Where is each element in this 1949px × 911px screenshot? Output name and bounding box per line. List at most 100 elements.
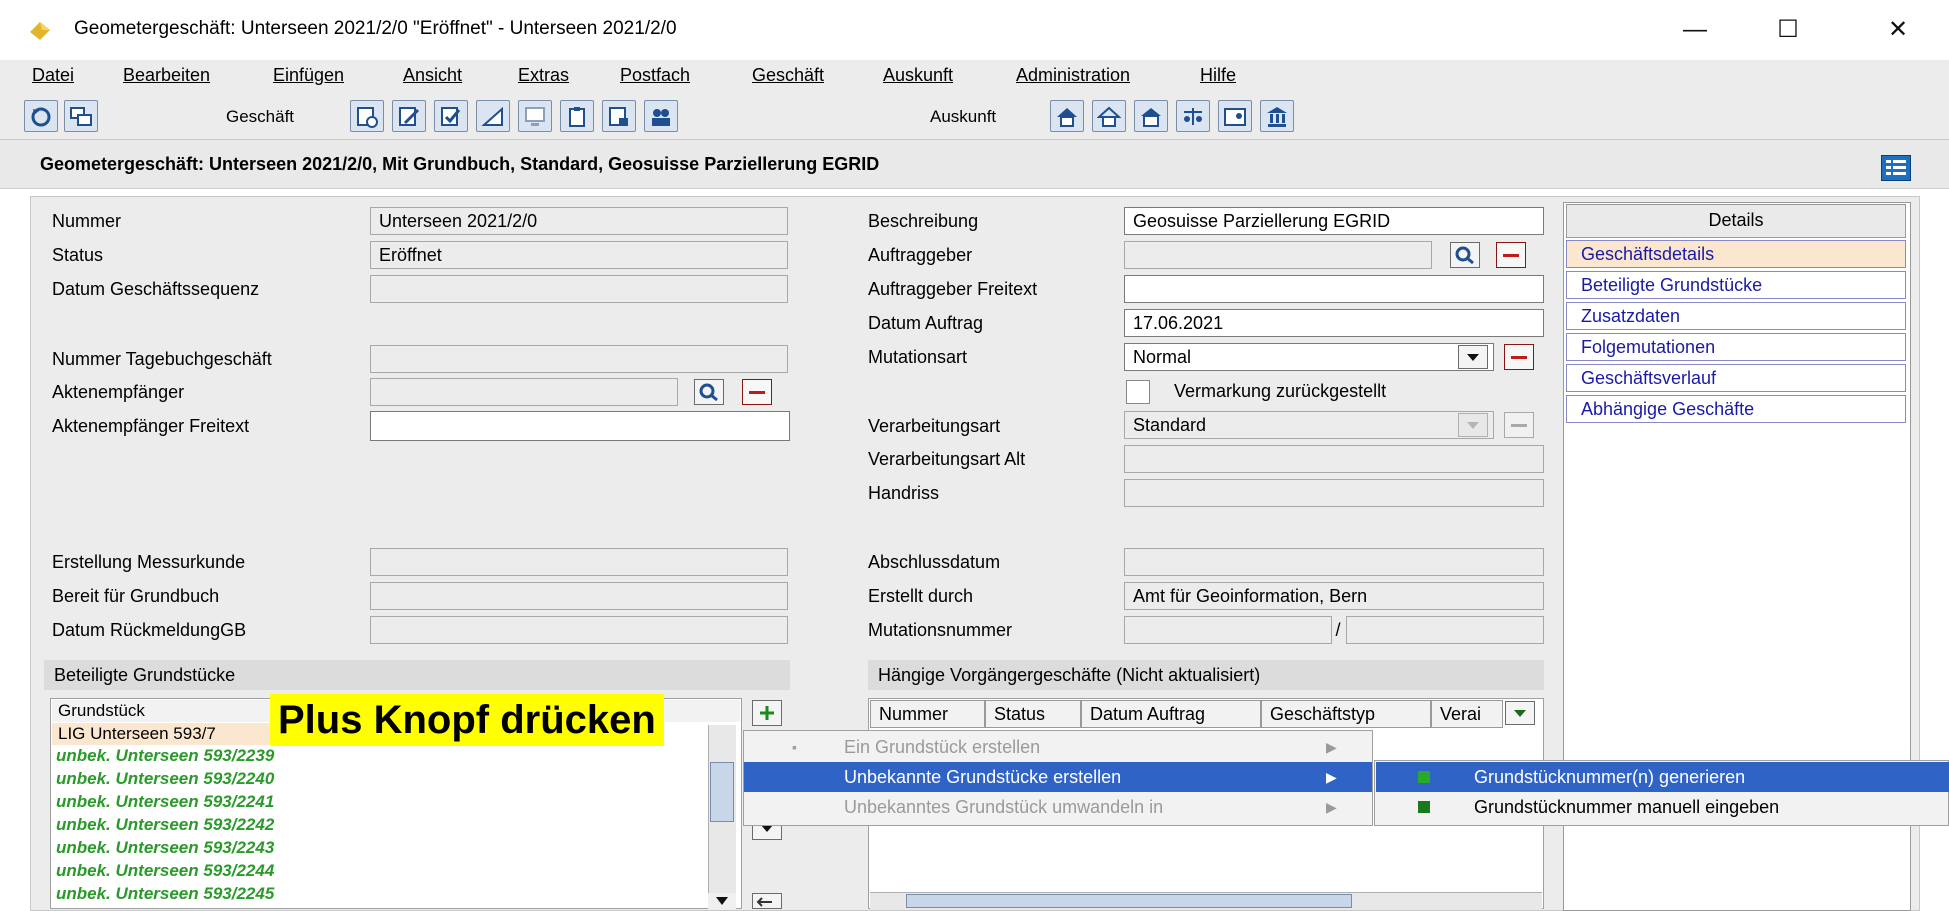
auskunft-tool-house-info[interactable]	[1050, 100, 1084, 132]
auftraggeber-search-button[interactable]	[1450, 242, 1480, 268]
status-field[interactable]: Eröffnet	[370, 241, 788, 269]
verarbeitungsart-dropdown-button[interactable]	[1458, 413, 1488, 437]
verarbeitungsart-alt-field[interactable]	[1124, 445, 1544, 473]
col-geschaeftstyp[interactable]: Geschäftstyp	[1261, 700, 1431, 728]
grundstueck-row[interactable]: unbek. Unterseen 593/2241	[56, 792, 274, 812]
handriss-field[interactable]	[1124, 479, 1544, 507]
auskunft-tool-house[interactable]	[1092, 100, 1126, 132]
col-status[interactable]: Status	[985, 700, 1081, 728]
manual-entry-icon	[1418, 801, 1430, 813]
undo-icon	[756, 897, 772, 907]
geschaeft-tool-report[interactable]	[602, 100, 636, 132]
page-title: Geometergeschäft: Unterseen 2021/2/0, Mi…	[40, 154, 880, 174]
window-switch-button[interactable]	[64, 100, 98, 132]
menu-postfach[interactable]: Postfach	[620, 65, 690, 86]
grundstuecke-scroll-thumb[interactable]	[710, 762, 734, 822]
auskunft-tool-building[interactable]	[1134, 100, 1168, 132]
auftraggeber-freitext-input[interactable]	[1124, 275, 1544, 303]
auskunft-tool-scales[interactable]	[1176, 100, 1210, 132]
vermarkung-checkbox[interactable]	[1126, 380, 1150, 404]
menu-item-ein-grundstueck[interactable]: ▪ Ein Grundstück erstellen ▶	[744, 732, 1372, 762]
menu-einfuegen[interactable]: Einfügen	[273, 65, 344, 86]
menu-item-unbekannte-grundstuecke[interactable]: Unbekannte Grundstücke erstellen ▶	[744, 762, 1372, 792]
undo-button[interactable]	[752, 893, 782, 909]
columns-dropdown-button[interactable]	[1505, 701, 1535, 725]
menu-extras[interactable]: Extras	[518, 65, 569, 86]
list-view-icon[interactable]	[1881, 155, 1911, 181]
beschreibung-input[interactable]: Geosuisse Parziellerung EGRID	[1124, 207, 1544, 235]
geschaeft-tool-screen[interactable]	[518, 100, 552, 132]
grundstueck-row[interactable]: unbek. Unterseen 593/2245	[56, 884, 274, 904]
menu-geschaeft[interactable]: Geschäft	[752, 65, 824, 86]
grundstueck-row[interactable]: unbek. Unterseen 593/2240	[56, 769, 274, 789]
mutationsnummer-field[interactable]	[1124, 616, 1332, 644]
aktenempfaenger-remove-button[interactable]	[742, 379, 772, 405]
generate-icon	[1418, 771, 1430, 783]
menu-item-nummern-generieren[interactable]: Grundstücknummer(n) generieren	[1376, 762, 1949, 792]
geschaeft-tool-edit[interactable]	[392, 100, 426, 132]
details-folgemutationen[interactable]: Folgemutationen	[1566, 333, 1906, 361]
nummer-label: Nummer	[52, 211, 122, 231]
menu-administration[interactable]: Administration	[1016, 65, 1130, 86]
scales-icon	[1184, 108, 1202, 125]
menu-auskunft[interactable]: Auskunft	[883, 65, 953, 86]
col-nummer[interactable]: Nummer	[870, 700, 985, 728]
mutationsnummer-field-2[interactable]	[1346, 616, 1544, 644]
aktenempfaenger-field[interactable]	[370, 378, 678, 406]
menu-bearbeiten[interactable]: Bearbeiten	[123, 65, 210, 86]
geschaeft-tool-persons[interactable]	[644, 100, 678, 132]
erstellt-durch-label: Erstellt durch	[868, 586, 974, 606]
mutationsart-select[interactable]: Normal	[1124, 343, 1494, 371]
menu-ansicht[interactable]: Ansicht	[403, 65, 462, 86]
verarbeitungsart-select[interactable]: Standard	[1124, 411, 1494, 439]
geschaeft-tool-check[interactable]	[434, 100, 468, 132]
details-zusatzdaten[interactable]: Zusatzdaten	[1566, 302, 1906, 330]
auskunft-tool-institution[interactable]	[1260, 100, 1294, 132]
close-button[interactable]: ✕	[1868, 12, 1928, 48]
auftraggeber-remove-button[interactable]	[1496, 242, 1526, 268]
minimize-button[interactable]: —	[1665, 12, 1725, 48]
erstellt-durch-field[interactable]: Amt für Geoinformation, Bern	[1124, 582, 1544, 610]
details-abhaengige-geschaefte[interactable]: Abhängige Geschäfte	[1566, 395, 1906, 423]
mutationsart-remove-button[interactable]	[1504, 344, 1534, 370]
datum-auftrag-input[interactable]: 17.06.2021	[1124, 309, 1544, 337]
grundstueck-row[interactable]: unbek. Unterseen 593/2244	[56, 861, 274, 881]
check-document-icon	[441, 107, 461, 126]
details-beteiligte-grundstuecke[interactable]: Beteiligte Grundstücke	[1566, 271, 1906, 299]
menu-datei[interactable]: Datei	[32, 65, 74, 86]
verarbeitungsart-remove-button[interactable]	[1504, 412, 1534, 438]
col-datum-auftrag[interactable]: Datum Auftrag	[1081, 700, 1261, 728]
menu-hilfe[interactable]: Hilfe	[1200, 65, 1236, 86]
menu-item-umwandeln[interactable]: Unbekanntes Grundstück umwandeln in ▶	[744, 792, 1372, 822]
auftraggeber-field[interactable]	[1124, 241, 1432, 269]
add-grundstueck-button[interactable]	[752, 700, 782, 726]
grundstueck-row[interactable]: unbek. Unterseen 593/2242	[56, 815, 274, 835]
details-geschaeftsdetails[interactable]: Geschäftsdetails	[1566, 240, 1906, 268]
aktenempfaenger-freitext-input[interactable]	[370, 411, 790, 441]
grundstueck-row[interactable]: unbek. Unterseen 593/2239	[56, 746, 274, 766]
maximize-button[interactable]: ☐	[1758, 12, 1818, 48]
aktenempfaenger-search-button[interactable]	[694, 379, 724, 405]
refresh-button[interactable]	[24, 100, 58, 132]
auskunft-tool-person-card[interactable]	[1218, 100, 1252, 132]
menu-item-nummer-manuell[interactable]: Grundstücknummer manuell eingeben	[1376, 792, 1949, 822]
abschlussdatum-field[interactable]	[1124, 548, 1544, 576]
mutationsart-dropdown-button[interactable]	[1458, 345, 1488, 369]
bereit-label: Bereit für Grundbuch	[52, 586, 220, 606]
bereit-field[interactable]	[370, 582, 788, 610]
col-verarbeitung[interactable]: Verai	[1431, 700, 1503, 728]
messurkunde-field[interactable]	[370, 548, 788, 576]
grundstueck-row[interactable]: unbek. Unterseen 593/2243	[56, 838, 274, 858]
nummer-field[interactable]: Unterseen 2021/2/0	[370, 207, 788, 235]
datum-sequenz-field[interactable]	[370, 275, 788, 303]
triangle-ruler-icon	[481, 106, 503, 126]
geschaeft-tool-clipboard[interactable]	[560, 100, 594, 132]
geschaeft-tool-history[interactable]	[350, 100, 384, 132]
vorgaenger-hscroll-thumb[interactable]	[906, 894, 1352, 908]
scroll-down-arrow[interactable]	[708, 893, 736, 909]
rueckmeldung-field[interactable]	[370, 616, 788, 644]
grundstuecke-section-title: Beteiligte Grundstücke	[44, 660, 790, 690]
geschaeft-tool-measure[interactable]	[476, 100, 510, 132]
details-geschaeftsverlauf[interactable]: Geschäftsverlauf	[1566, 364, 1906, 392]
tagebuch-field[interactable]	[370, 345, 788, 373]
